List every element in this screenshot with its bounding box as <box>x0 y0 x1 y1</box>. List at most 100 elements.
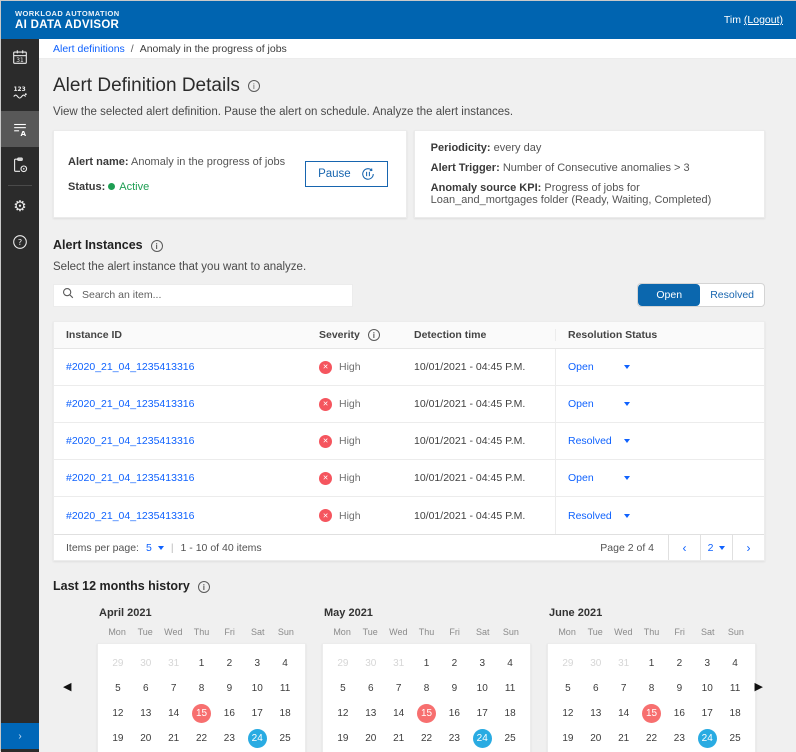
calendar-day[interactable]: 4 <box>496 651 524 676</box>
resolution-status-dropdown[interactable]: Open <box>568 398 618 410</box>
calendar-day[interactable]: 21 <box>160 726 188 751</box>
calendar-day[interactable]: 3 <box>693 651 721 676</box>
calendar-day[interactable]: 10 <box>243 676 271 701</box>
calendar-day[interactable]: 24 <box>693 726 721 751</box>
calendar-day[interactable]: 3 <box>468 651 496 676</box>
sidebar-item-settings[interactable]: ⚙ <box>1 188 39 224</box>
calendar-day[interactable]: 13 <box>132 701 160 726</box>
calendar-day[interactable]: 23 <box>665 726 693 751</box>
calendar-day[interactable]: 6 <box>132 676 160 701</box>
calendar-day[interactable]: 22 <box>413 726 441 751</box>
calendar-day[interactable]: 21 <box>385 726 413 751</box>
calendar-day[interactable]: 22 <box>638 726 666 751</box>
calendar-day[interactable]: 6 <box>582 676 610 701</box>
calendar-day[interactable]: 10 <box>693 676 721 701</box>
logout-link[interactable]: (Logout) <box>744 14 783 26</box>
calendar-day[interactable]: 1 <box>413 651 441 676</box>
calendar-day[interactable]: 19 <box>104 726 132 751</box>
calendar-day[interactable]: 8 <box>638 676 666 701</box>
calendar-day[interactable]: 17 <box>468 701 496 726</box>
calendar-day[interactable]: 12 <box>329 701 357 726</box>
calendar-day[interactable]: 11 <box>271 676 299 701</box>
filter-resolved-button[interactable]: Resolved <box>700 284 764 306</box>
calendar-day[interactable]: 6 <box>357 676 385 701</box>
calendar-day[interactable]: 1 <box>638 651 666 676</box>
calendar-day[interactable]: 14 <box>160 701 188 726</box>
calendar-day[interactable]: 8 <box>413 676 441 701</box>
sidebar-expand-button[interactable]: › <box>1 723 39 749</box>
calendar-day[interactable]: 3 <box>243 651 271 676</box>
calendar-day[interactable]: 12 <box>554 701 582 726</box>
calendar-day[interactable]: 14 <box>385 701 413 726</box>
calendar-day[interactable]: 25 <box>496 726 524 751</box>
filter-open-button[interactable]: Open <box>638 284 700 306</box>
calendar-day[interactable]: 24 <box>468 726 496 751</box>
calendar-day[interactable]: 10 <box>468 676 496 701</box>
next-page-button[interactable]: › <box>732 535 764 560</box>
page-select[interactable]: 2 <box>700 535 732 560</box>
calendar-day[interactable]: 12 <box>104 701 132 726</box>
search-input[interactable] <box>82 289 344 301</box>
calendar-day[interactable]: 23 <box>215 726 243 751</box>
calendar-day[interactable]: 2 <box>665 651 693 676</box>
calendar-day[interactable]: 20 <box>357 726 385 751</box>
breadcrumb-alert-definitions[interactable]: Alert definitions <box>53 43 125 55</box>
calendar-day[interactable]: 16 <box>215 701 243 726</box>
calendar-day[interactable]: 16 <box>440 701 468 726</box>
calendar-day[interactable]: 5 <box>329 676 357 701</box>
calendar-prev-icon[interactable]: ◀ <box>63 680 71 693</box>
calendar-day[interactable]: 18 <box>496 701 524 726</box>
instance-id-link[interactable]: #2020_21_04_1235413316 <box>66 398 194 410</box>
calendar-day[interactable]: 18 <box>271 701 299 726</box>
sidebar-item-alert-definitions[interactable]: A <box>1 111 39 147</box>
calendar-day[interactable]: 9 <box>440 676 468 701</box>
resolution-status-dropdown[interactable]: Resolved <box>568 435 618 447</box>
pause-button[interactable]: Pause <box>305 161 388 187</box>
calendar-day[interactable]: 23 <box>440 726 468 751</box>
calendar-day[interactable]: 7 <box>385 676 413 701</box>
alert-instances-info-icon[interactable] <box>151 240 163 252</box>
instance-id-link[interactable]: #2020_21_04_1235413316 <box>66 510 194 522</box>
calendar-day[interactable]: 22 <box>188 726 216 751</box>
calendar-day[interactable]: 19 <box>554 726 582 751</box>
calendar-day[interactable]: 8 <box>188 676 216 701</box>
calendar-day[interactable]: 25 <box>271 726 299 751</box>
sidebar-item-kpis[interactable]: 123 <box>1 75 39 111</box>
calendar-day[interactable]: 17 <box>693 701 721 726</box>
history-info-icon[interactable] <box>198 581 210 593</box>
page-title-info-icon[interactable] <box>248 80 260 92</box>
instance-id-link[interactable]: #2020_21_04_1235413316 <box>66 472 194 484</box>
calendar-day[interactable]: 15 <box>188 701 216 726</box>
instance-id-link[interactable]: #2020_21_04_1235413316 <box>66 361 194 373</box>
calendar-day[interactable]: 1 <box>188 651 216 676</box>
calendar-day[interactable]: 13 <box>357 701 385 726</box>
calendar-day[interactable]: 4 <box>721 651 749 676</box>
calendar-day[interactable]: 11 <box>721 676 749 701</box>
calendar-day[interactable]: 13 <box>582 701 610 726</box>
resolution-status-dropdown[interactable]: Open <box>568 472 618 484</box>
calendar-day[interactable]: 20 <box>582 726 610 751</box>
calendar-day[interactable]: 19 <box>329 726 357 751</box>
calendar-day[interactable]: 15 <box>413 701 441 726</box>
calendar-day[interactable]: 4 <box>271 651 299 676</box>
calendar-day[interactable]: 2 <box>215 651 243 676</box>
calendar-day[interactable]: 15 <box>638 701 666 726</box>
calendar-day[interactable]: 24 <box>243 726 271 751</box>
calendar-day[interactable]: 16 <box>665 701 693 726</box>
sidebar-item-calendar[interactable]: 31 <box>1 39 39 75</box>
calendar-day[interactable]: 2 <box>440 651 468 676</box>
calendar-day[interactable]: 9 <box>215 676 243 701</box>
severity-info-icon[interactable] <box>368 329 380 341</box>
resolution-status-dropdown[interactable]: Resolved <box>568 510 618 522</box>
calendar-day[interactable]: 5 <box>554 676 582 701</box>
calendar-day[interactable]: 21 <box>610 726 638 751</box>
calendar-day[interactable]: 7 <box>160 676 188 701</box>
calendar-day[interactable]: 18 <box>721 701 749 726</box>
prev-page-button[interactable]: ‹ <box>668 535 700 560</box>
resolution-status-dropdown[interactable]: Open <box>568 361 618 373</box>
calendar-day[interactable]: 25 <box>721 726 749 751</box>
sidebar-item-scheduled[interactable] <box>1 147 39 183</box>
instance-id-link[interactable]: #2020_21_04_1235413316 <box>66 435 194 447</box>
items-per-page-select[interactable]: 5 <box>146 542 164 554</box>
calendar-day[interactable]: 17 <box>243 701 271 726</box>
